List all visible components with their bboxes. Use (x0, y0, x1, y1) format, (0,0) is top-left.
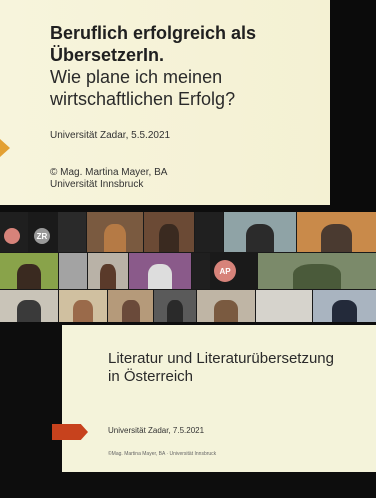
slide-1-subtitle: Wie plane ich meinen wirtschaftlichen Er… (50, 67, 236, 109)
participant-avatar[interactable] (4, 228, 20, 244)
participant-tile[interactable] (192, 253, 210, 289)
participant-tile[interactable] (108, 290, 153, 322)
participant-tile[interactable] (59, 290, 107, 322)
participant-tile[interactable] (297, 212, 376, 252)
participant-tile[interactable] (256, 290, 312, 322)
slide-1-side-panel (330, 0, 376, 212)
participant-tile[interactable] (258, 253, 376, 289)
participant-tile[interactable] (129, 253, 191, 289)
slide-1-author-line2: Universität Innsbruck (50, 179, 144, 190)
participant-tile[interactable] (88, 253, 128, 289)
slide-2-author: ©Mag. Martina Mayer, BA · Universität In… (108, 451, 217, 457)
participant-grid: ZR AP (0, 212, 376, 322)
slide-2-accent-arrow (52, 424, 88, 440)
participant-tile[interactable] (0, 253, 58, 289)
slide-1-title: Beruflich erfolgreich als ÜbersetzerIn. (50, 23, 257, 65)
participant-tile[interactable] (0, 290, 58, 322)
participant-tile[interactable] (58, 212, 86, 252)
slide-2 (62, 325, 376, 472)
participant-avatar-ap[interactable]: AP (214, 260, 236, 282)
slide-2-title: Literatur und Literaturübersetzung in Ös… (108, 350, 334, 385)
participant-tile[interactable] (313, 290, 376, 322)
participant-tile[interactable] (59, 253, 87, 289)
participant-tile[interactable] (197, 290, 255, 322)
participant-tile[interactable] (195, 212, 223, 252)
participant-tile[interactable] (154, 290, 196, 322)
participant-tile[interactable] (224, 212, 296, 252)
participant-avatar-zr[interactable]: ZR (34, 228, 50, 244)
participant-tile[interactable] (87, 212, 143, 252)
slide-1-university-date: Universität Zadar, 5.5.2021 (50, 130, 171, 141)
slide-1-author-line1: © Mag. Martina Mayer, BA (50, 167, 168, 178)
slide-1-author: © Mag. Martina Mayer, BA Universität Inn… (50, 167, 167, 191)
participant-tile[interactable] (144, 212, 194, 252)
slide-2-university-date: Universität Zadar, 7.5.2021 (108, 426, 205, 435)
